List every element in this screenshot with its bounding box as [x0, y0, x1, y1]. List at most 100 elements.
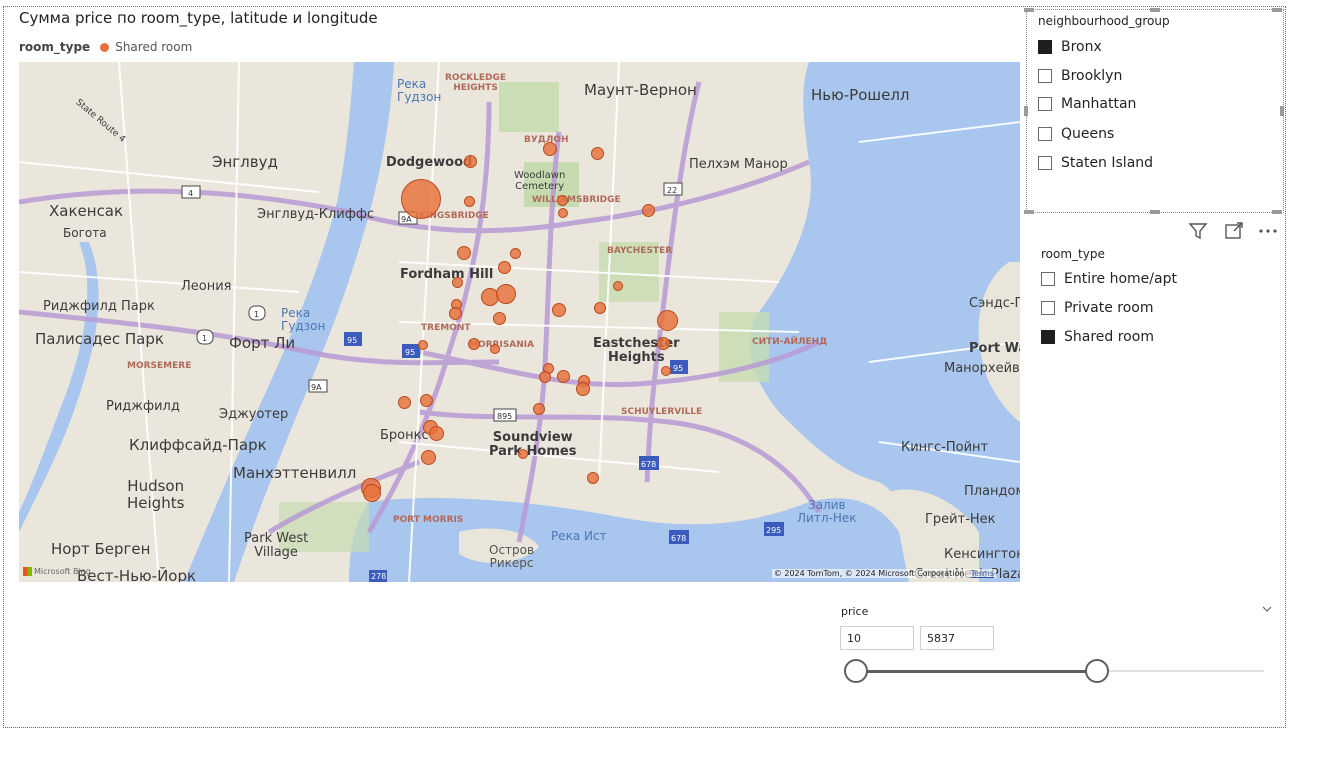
legend-swatch	[100, 42, 110, 52]
map-bubble[interactable]	[452, 277, 463, 288]
price-max-input[interactable]	[920, 626, 994, 650]
map-label-fort-lee: Форт Ли	[229, 334, 296, 352]
map-label-woodlawn: Woodlawn Cemetery	[514, 170, 566, 192]
map-bubble[interactable]	[557, 195, 568, 206]
resize-handle[interactable]	[1024, 8, 1034, 12]
map-bubble[interactable]	[552, 303, 566, 317]
checkbox[interactable]	[1038, 97, 1052, 111]
map-label-cliffside-park: Клиффсайд-Парк	[129, 436, 267, 454]
map-label-west-new-york: Вест-Нью-Йорк	[77, 567, 197, 582]
map-label-leonia: Леония	[181, 279, 232, 294]
map-label-pelham-manor: Пелхэм Манор	[689, 157, 788, 172]
map-bubble[interactable]	[539, 371, 551, 383]
map-label-rikers: Остров Рикерс	[489, 543, 535, 571]
map-bubble[interactable]	[642, 204, 655, 217]
map-bubble[interactable]	[418, 340, 428, 350]
svg-text:278: 278	[371, 572, 386, 581]
slicer-item-label: Shared room	[1064, 329, 1154, 345]
checkbox-checked[interactable]	[1041, 330, 1055, 344]
map-bubble[interactable]	[420, 394, 433, 407]
map-bubble[interactable]	[398, 396, 411, 409]
bubble-map[interactable]: 4 1 1 95 95 95 9A 9A 895 22 678 295 678	[19, 62, 1020, 582]
map-bubble[interactable]	[421, 450, 436, 465]
resize-handle[interactable]	[1150, 210, 1160, 214]
slicer-item-label: Entire home/apt	[1064, 271, 1177, 287]
map-bubble[interactable]	[591, 147, 604, 160]
more-options-icon[interactable]	[1258, 221, 1278, 241]
map-bubble[interactable]	[657, 337, 670, 350]
map-label-plandome: Пландом	[964, 484, 1020, 499]
map-bubble[interactable]	[468, 338, 480, 350]
map-bubble[interactable]	[510, 248, 521, 259]
map-bubble[interactable]	[363, 484, 381, 502]
bing-logo: Microsoft Bing	[23, 567, 91, 576]
map-bubble[interactable]	[493, 312, 506, 325]
price-slicer-title: price	[841, 605, 869, 618]
map-bubble[interactable]	[613, 281, 623, 291]
map-label-manorhaven: Манорхейв	[944, 361, 1020, 376]
map-bubble[interactable]	[661, 366, 671, 376]
slicer-item-manhattan[interactable]: Manhattan	[1038, 96, 1136, 112]
map-bubble[interactable]	[429, 426, 444, 441]
checkbox[interactable]	[1041, 301, 1055, 315]
slicer-item-staten-island[interactable]: Staten Island	[1038, 155, 1153, 171]
map-label-edgewater: Эджуотер	[219, 407, 289, 422]
slicer-item-entire-home[interactable]: Entire home/apt	[1041, 271, 1177, 287]
map-bubble[interactable]	[594, 302, 606, 314]
room-type-slicer-title: room_type	[1041, 247, 1105, 261]
price-min-input[interactable]	[840, 626, 914, 650]
resize-handle[interactable]	[1024, 210, 1034, 214]
map-bubble[interactable]	[533, 403, 545, 415]
slicer-item-label: Staten Island	[1061, 155, 1154, 171]
svg-text:95: 95	[405, 348, 415, 357]
price-slider-max-handle[interactable]	[1084, 659, 1109, 683]
map-bubble[interactable]	[496, 284, 516, 304]
price-slider-min-handle[interactable]	[844, 659, 868, 683]
map-label-east-river: Река Ист	[551, 529, 607, 543]
slicer-item-brooklyn[interactable]: Brooklyn	[1038, 68, 1122, 84]
map-bubble[interactable]	[457, 246, 471, 260]
map-label-morsemere: MORSEMERE	[127, 361, 192, 371]
map-label-palisades-park: Палисадес Парк	[35, 330, 164, 348]
map-bubble[interactable]	[558, 208, 568, 218]
map-bubble[interactable]	[464, 155, 477, 168]
filter-icon[interactable]	[1188, 221, 1208, 241]
legend-item-shared-room: Shared room	[115, 40, 193, 54]
visual-title: Сумма price по room_type, latitude и lon…	[19, 9, 378, 27]
resize-handle[interactable]	[1272, 8, 1282, 12]
map-bubble[interactable]	[464, 196, 475, 207]
slicer-item-bronx[interactable]: Bronx	[1038, 39, 1102, 55]
map-bubble[interactable]	[449, 307, 462, 320]
map-bubble[interactable]	[657, 310, 678, 331]
slicer-item-queens[interactable]: Queens	[1038, 126, 1114, 142]
checkbox-checked[interactable]	[1038, 40, 1052, 54]
map-label-ridgefield: Риджфилд	[106, 399, 180, 414]
checkbox[interactable]	[1041, 272, 1055, 286]
terms-link[interactable]: Terms	[970, 569, 994, 578]
map-bubble[interactable]	[518, 449, 528, 459]
map-bubble[interactable]	[576, 382, 590, 396]
checkbox[interactable]	[1038, 156, 1052, 170]
map-label-hudson-2: Река Гудзон	[281, 306, 326, 334]
map-label-manhattanville: Манхэттенвилл	[233, 464, 357, 482]
chevron-down-icon[interactable]	[1261, 603, 1273, 615]
resize-handle[interactable]	[1150, 8, 1160, 12]
resize-handle[interactable]	[1280, 106, 1284, 116]
map-label-schuylerville: SCHUYLERVILLE	[621, 407, 703, 417]
slicer-item-private-room[interactable]: Private room	[1041, 300, 1153, 316]
map-bubble[interactable]	[490, 344, 500, 354]
legend-title: room_type	[19, 40, 91, 54]
slicer-item-shared-room[interactable]: Shared room	[1041, 329, 1154, 345]
map-label-city-island: СИТИ-АЙЛЕНД	[752, 337, 828, 347]
map-bubble[interactable]	[557, 370, 570, 383]
map-bubble[interactable]	[587, 472, 599, 484]
checkbox[interactable]	[1038, 127, 1052, 141]
map-label-port-washington: Port Was	[969, 341, 1020, 356]
checkbox[interactable]	[1038, 69, 1052, 83]
map-bubble[interactable]	[498, 261, 511, 274]
resize-handle[interactable]	[1272, 210, 1282, 214]
map-bubble[interactable]	[543, 142, 557, 156]
focus-mode-icon[interactable]	[1224, 221, 1244, 241]
resize-handle[interactable]	[1024, 106, 1028, 116]
map-bubble[interactable]	[401, 179, 441, 219]
